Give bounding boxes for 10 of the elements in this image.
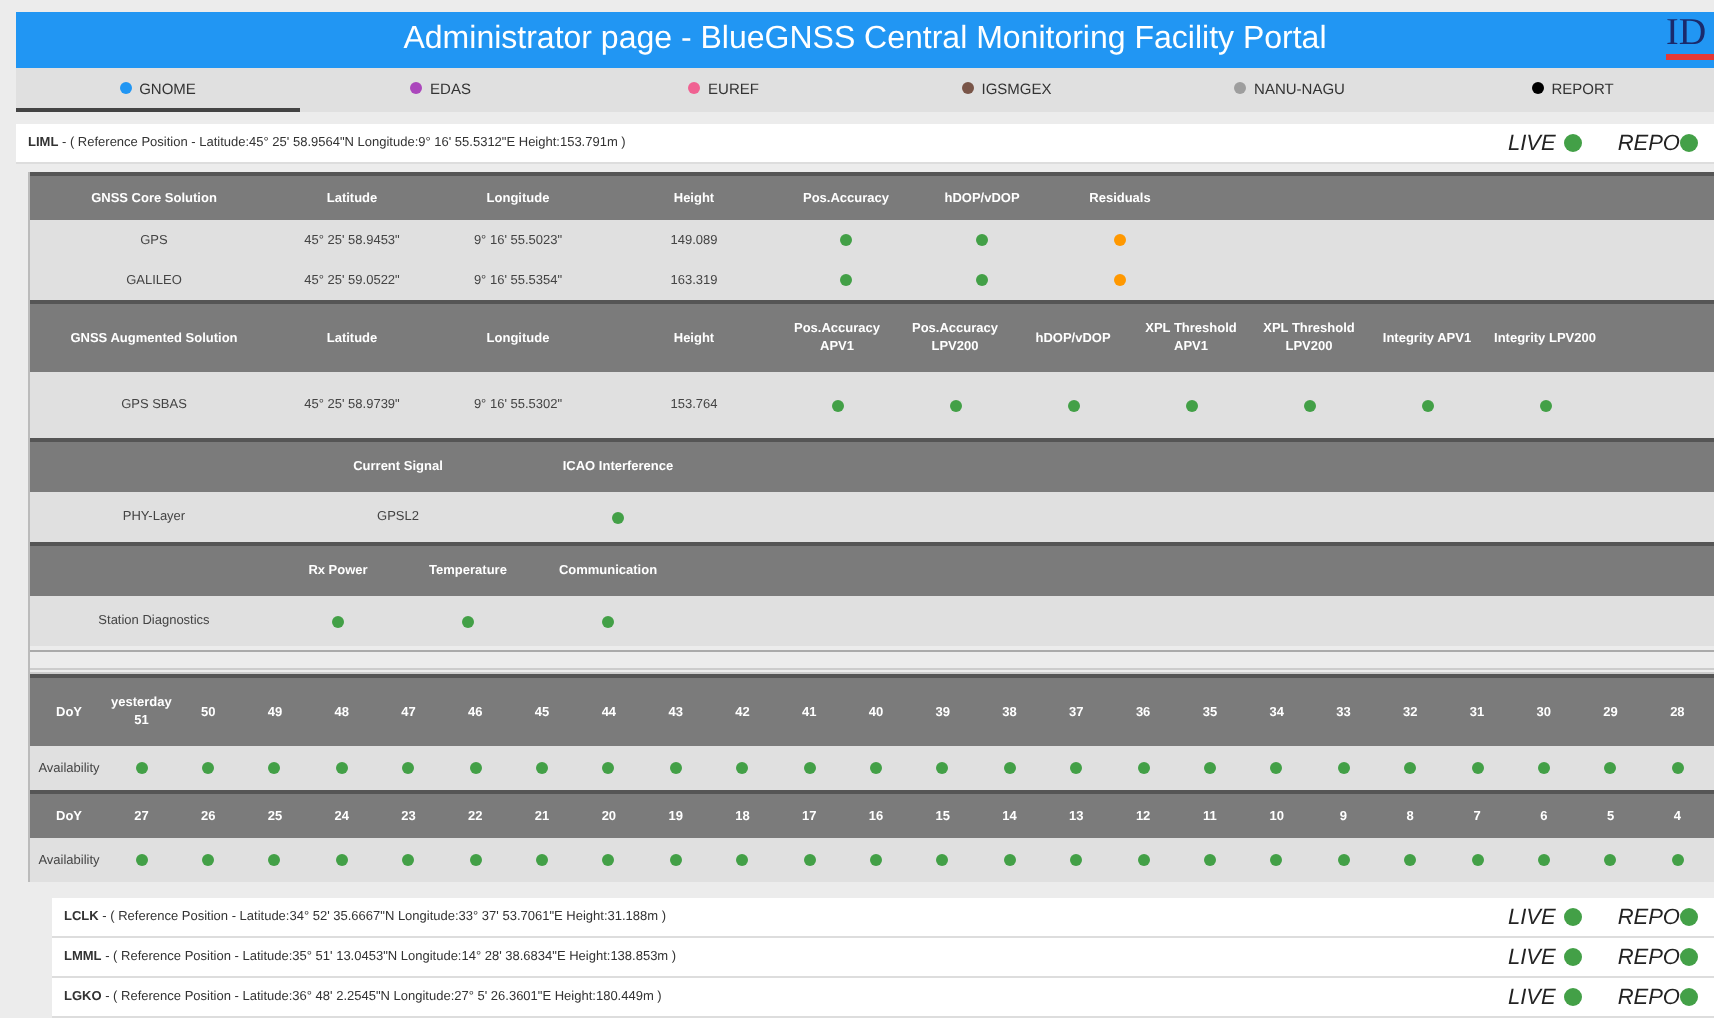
- repo-label: REPO: [1617, 985, 1680, 1009]
- page-title: Administrator page - BlueGNSS Central Monitoring Facility Portal: [403, 22, 1327, 58]
- logo: ID: [1666, 14, 1714, 64]
- live-label: LIVE: [1507, 945, 1556, 969]
- live-label: LIVE: [1507, 131, 1556, 155]
- repo-label: REPO: [1617, 131, 1680, 155]
- live-label: LIVE: [1507, 985, 1556, 1009]
- live-label: LIVE: [1507, 905, 1556, 929]
- repo-label: REPO: [1617, 945, 1680, 969]
- repo-label: REPO: [1617, 905, 1680, 929]
